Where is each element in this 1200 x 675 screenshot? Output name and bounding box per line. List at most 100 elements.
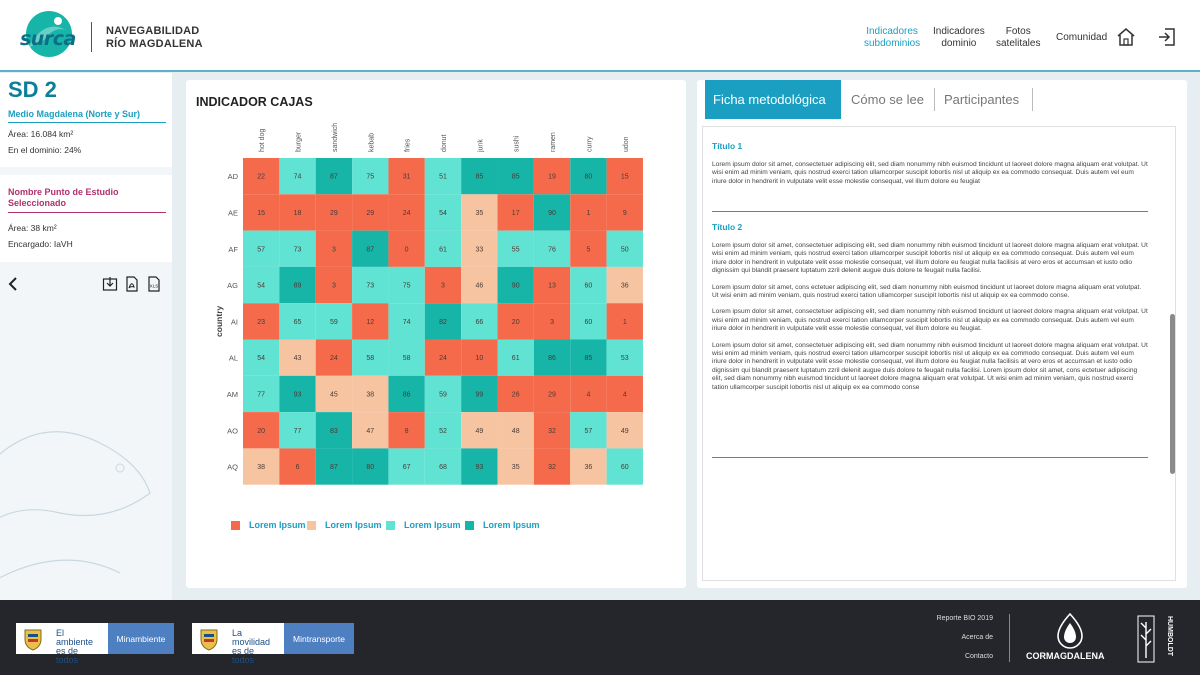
cell-value-label: 65 [294, 319, 302, 326]
cell-value-label: 24 [403, 210, 411, 217]
study-point-area: Área: 38 km² [8, 223, 57, 233]
cell-value-label: 4 [623, 391, 627, 398]
cell-value-label: 90 [512, 283, 520, 290]
xls-icon[interactable]: XLS [146, 276, 162, 292]
doc-panel: Ficha metodológica Cómo se lee Participa… [697, 80, 1187, 588]
y-tick-label: AE [228, 208, 238, 217]
x-tick-label: sandwich [332, 123, 339, 152]
cell-value-label: 57 [257, 246, 265, 253]
legend-swatch [465, 520, 474, 530]
doc-scrollbar[interactable] [1170, 314, 1175, 474]
mintransporte-badge[interactable]: La movilidad es de todos Mintransporte [192, 623, 354, 665]
doc-paragraph: Lorem ipsum dolor sit amet, consectetuer… [712, 161, 1148, 185]
cell-value-label: 74 [294, 174, 302, 181]
link-acerca-de[interactable]: Acerca de [961, 634, 993, 641]
cell-value-label: 87 [330, 464, 338, 471]
cell-value-label: 80 [585, 174, 593, 181]
cell-value-label: 75 [403, 283, 411, 290]
cell-value-label: 59 [330, 319, 338, 326]
cell-value-label: 45 [330, 391, 338, 398]
cell-value-label: 61 [512, 355, 520, 362]
cell-value-label: 10 [475, 355, 483, 362]
cell-value-label: 85 [475, 174, 483, 181]
cell-value-label: 9 [623, 210, 627, 217]
cell-value-label: 15 [257, 210, 265, 217]
tab-separator [1032, 88, 1033, 111]
coat-of-arms-icon [16, 623, 50, 654]
cell-value-label: 38 [366, 391, 374, 398]
pdf-icon[interactable] [124, 276, 140, 292]
legend-swatch [307, 520, 316, 530]
tab-separator [934, 88, 935, 111]
home-icon[interactable] [1116, 27, 1136, 47]
cell-value-label: 57 [585, 428, 593, 435]
sd-title: SD 2 [8, 77, 57, 102]
cell-value-label: 73 [366, 283, 374, 290]
cell-value-label: 31 [403, 174, 411, 181]
cell-value-label: 15 [621, 174, 629, 181]
nav-indicadores-subdominios[interactable]: Indicadores subdominios [864, 26, 920, 50]
download-icon[interactable] [102, 276, 118, 292]
cell-value-label: 61 [439, 246, 447, 253]
cell-value-label: 54 [439, 210, 447, 217]
tab-ficha-metodologica[interactable]: Ficha metodológica [705, 80, 841, 119]
cell-value-label: 3 [332, 246, 336, 253]
x-tick-label: udon [623, 136, 630, 152]
x-tick-label: fries [405, 138, 412, 152]
logout-icon[interactable] [1157, 27, 1177, 47]
tab-participantes[interactable]: Participantes [936, 80, 1027, 119]
cell-value-label: 43 [294, 355, 302, 362]
cell-value-label: 49 [475, 428, 483, 435]
cell-value-label: 52 [439, 428, 447, 435]
cell-value-label: 8 [405, 428, 409, 435]
cell-value-label: 86 [548, 355, 556, 362]
cell-value-label: 49 [621, 428, 629, 435]
nav-indicadores-dominio[interactable]: Indicadores dominio [933, 26, 985, 50]
x-tick-label: curry [586, 136, 593, 152]
link-contacto[interactable]: Contacto [965, 653, 993, 660]
study-point-owner: Encargado: IaVH [8, 239, 73, 249]
cell-value-label: 12 [366, 319, 374, 326]
coat-of-arms-icon [192, 623, 226, 654]
doc-title-2: Título 2 [712, 222, 743, 232]
y-tick-label: AI [231, 317, 238, 326]
cell-value-label: 77 [294, 428, 302, 435]
y-tick-label: AL [229, 354, 238, 363]
cell-value-label: 60 [585, 319, 593, 326]
nav-comunidad[interactable]: Comunidad [1056, 32, 1107, 44]
legend-item: Lorem Ipsum [307, 520, 382, 530]
footer: El ambiente es de todos Minambiente La m… [0, 600, 1200, 675]
sidebar: SD 2 Medio Magdalena (Norte y Sur) Área:… [0, 73, 172, 600]
cell-value-label: 58 [403, 355, 411, 362]
cormagdalena-label: CORMAGDALENA [1026, 651, 1105, 661]
cell-value-label: 13 [548, 283, 556, 290]
back-icon[interactable] [6, 276, 22, 292]
legend-label: Lorem Ipsum [249, 520, 306, 530]
legend-label: Lorem Ipsum [404, 520, 461, 530]
cell-value-label: 60 [585, 283, 593, 290]
humboldt-label: HUMBOLDT [1166, 616, 1173, 657]
cell-value-label: 87 [330, 174, 338, 181]
doc-paragraph: Lorem ipsum dolor sit amet, consectetuer… [712, 308, 1148, 333]
chart-panel: INDICADOR CAJAS hot dog burger sandwich keb… [186, 80, 686, 588]
cell-value-label: 60 [621, 464, 629, 471]
cell-value-label: 85 [512, 174, 520, 181]
nav-fotos-satelitales[interactable]: Fotos satelitales [996, 26, 1040, 50]
cell-value-label: 3 [332, 283, 336, 290]
cell-value-label: 35 [475, 210, 483, 217]
cell-value-label: 4 [586, 391, 590, 398]
cell-value-label: 93 [475, 464, 483, 471]
cell-value-label: 3 [441, 283, 445, 290]
link-reporte-bio[interactable]: Reporte BIO 2019 [937, 615, 993, 622]
cell-value-label: 29 [330, 210, 338, 217]
x-tick-label: ramen [550, 132, 557, 152]
y-tick-label: AD [228, 172, 239, 181]
nav-label-line2: dominio [941, 38, 977, 49]
minambiente-badge[interactable]: El ambiente es de todos Minambiente [16, 623, 174, 665]
sd-card: SD 2 Medio Magdalena (Norte y Sur) Área:… [0, 73, 172, 167]
cell-value-label: 83 [330, 428, 338, 435]
cell-value-label: 36 [585, 464, 593, 471]
doc-content[interactable]: Título 1 Lorem ipsum dolor sit amet, con… [702, 126, 1176, 581]
cell-value-label: 77 [257, 391, 265, 398]
tab-como-se-lee[interactable]: Cómo se lee [843, 80, 932, 119]
